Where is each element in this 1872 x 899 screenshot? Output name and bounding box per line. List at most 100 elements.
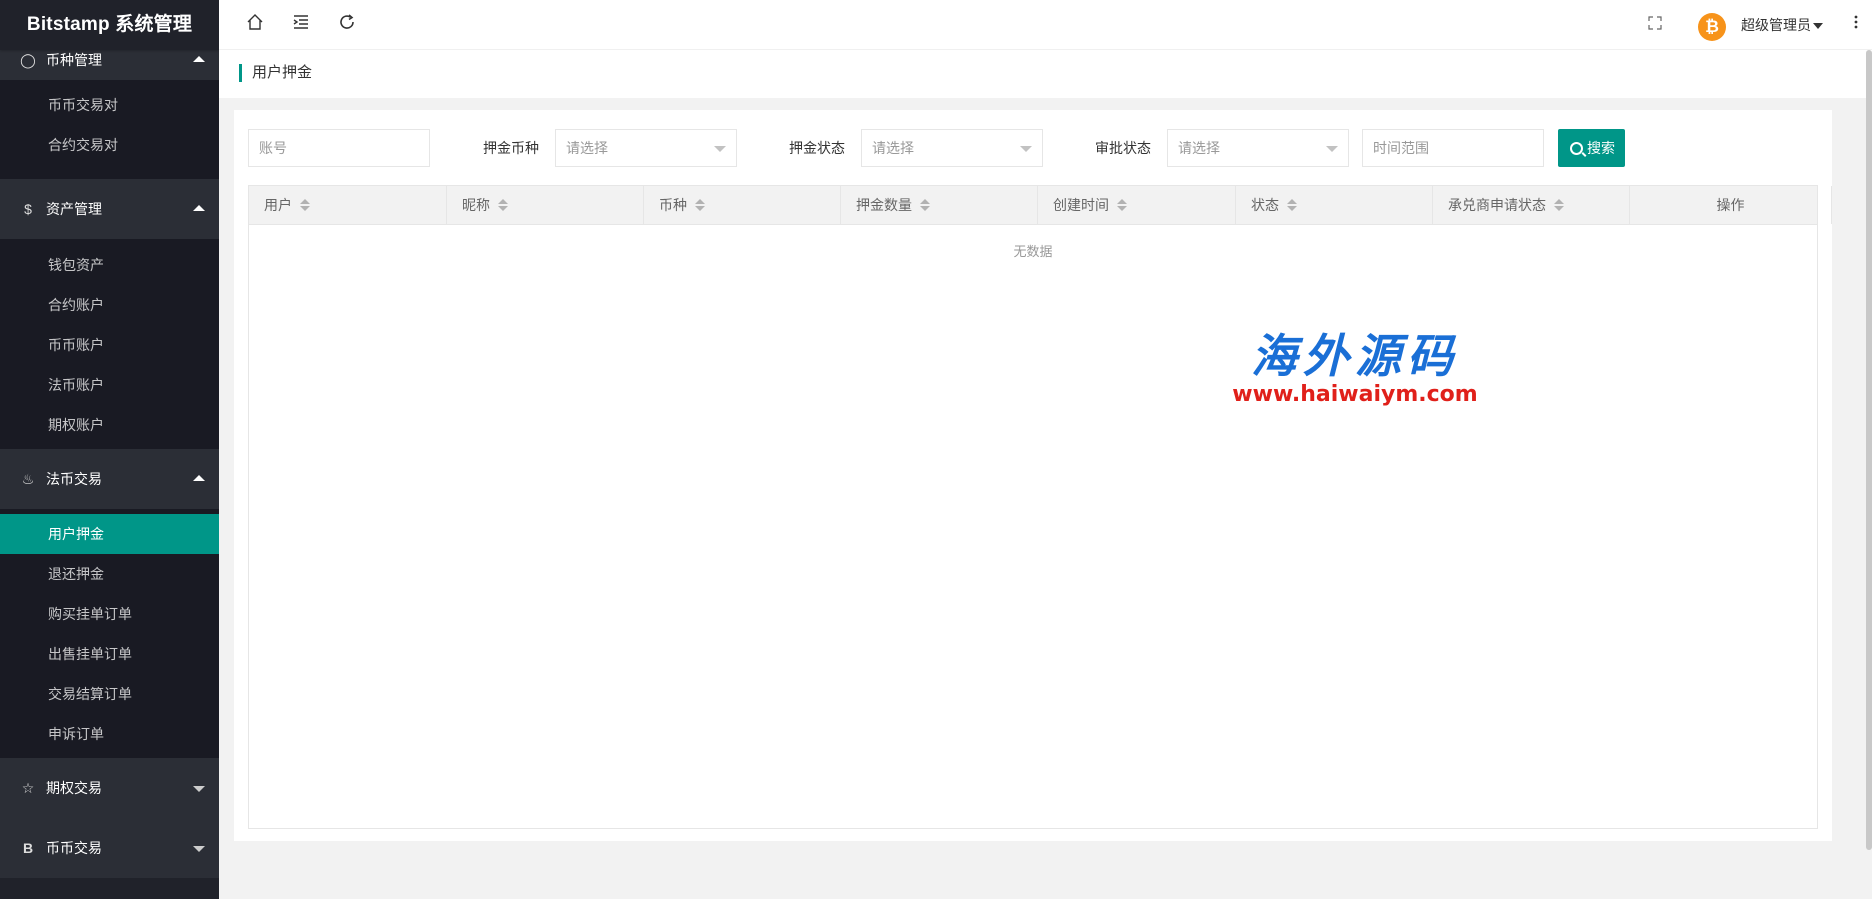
nav-group-options: ☆ 期权交易 — [0, 758, 219, 818]
column-header-label: 押金数量 — [856, 197, 912, 213]
column-header-user[interactable]: 用户 — [249, 186, 447, 224]
deposit-status-select[interactable]: 请选择 — [861, 129, 1043, 167]
menu-fold-icon[interactable] — [289, 13, 313, 37]
sidebar-item-user-deposit[interactable]: 用户押金 — [0, 514, 219, 554]
column-header-currency[interactable]: 币种 — [644, 186, 841, 224]
nav-group-label: 法币交易 — [46, 471, 102, 487]
column-header-acceptor-status[interactable]: 承兑商申请状态 — [1433, 186, 1630, 224]
sort-icon[interactable] — [1287, 199, 1297, 212]
sort-icon[interactable] — [1117, 199, 1127, 212]
b-letter-icon: B — [22, 840, 34, 856]
time-range-placeholder: 时间范围 — [1373, 140, 1429, 156]
currency-select-value: 请选择 — [566, 140, 608, 156]
user-name: 超级管理员 — [1741, 17, 1811, 33]
refresh-icon[interactable] — [335, 13, 359, 37]
column-header-actions: 操作 — [1630, 186, 1832, 224]
caret-up-icon — [193, 205, 205, 211]
sidebar-item-refund-deposit[interactable]: 退还押金 — [0, 554, 219, 594]
fire-icon: ♨ — [21, 471, 35, 487]
search-button[interactable]: 搜索 — [1558, 129, 1625, 167]
search-icon — [1570, 142, 1583, 155]
page-tabs-bar: 用户押金 — [219, 50, 1872, 98]
nav-group-header-options[interactable]: ☆ 期权交易 — [0, 758, 219, 818]
currency-select[interactable]: 请选择 — [555, 129, 737, 167]
deposit-status-select-value: 请选择 — [872, 140, 914, 156]
sidebar-item-contract-account[interactable]: 合约账户 — [0, 285, 219, 325]
nav-group-label: 资产管理 — [46, 201, 102, 217]
table-empty-text: 无数据 — [1013, 244, 1053, 259]
column-header-nickname[interactable]: 昵称 — [447, 186, 644, 224]
column-header-label: 状态 — [1251, 197, 1279, 213]
sort-icon[interactable] — [300, 199, 310, 212]
column-header-label: 创建时间 — [1053, 197, 1109, 213]
approval-status-select[interactable]: 请选择 — [1167, 129, 1349, 167]
sort-icon[interactable] — [1554, 199, 1564, 212]
caret-up-icon — [193, 475, 205, 481]
column-header-label: 币种 — [659, 197, 687, 213]
nav-group-label: 币种管理 — [46, 52, 102, 68]
time-range-input[interactable]: 时间范围 — [1362, 129, 1544, 167]
star-icon: ☆ — [21, 780, 35, 796]
table-header: 用户 昵称 币种 押金数量 创建时间 状态 承兑商申请状态 操作 — [249, 186, 1832, 225]
column-header-label: 承兑商申请状态 — [1448, 197, 1546, 213]
top-header: ₿ 超级管理员 — [219, 0, 1872, 50]
home-icon[interactable] — [243, 13, 267, 37]
sidebar-item-appeal-orders[interactable]: 申诉订单 — [0, 714, 219, 754]
caret-down-icon — [193, 786, 205, 792]
page-title[interactable]: 用户押金 — [239, 64, 312, 82]
account-input[interactable]: 账号 — [248, 129, 430, 167]
nav-group-label: 期权交易 — [46, 780, 102, 796]
deposit-status-label: 押金状态 — [789, 140, 845, 156]
more-icon[interactable] — [1844, 13, 1868, 37]
sidebar-item-fiat-account[interactable]: 法币账户 — [0, 365, 219, 405]
dollar-circle-icon: $ — [24, 201, 32, 217]
nav-group-fiat: ♨ 法币交易 用户押金 退还押金 购买挂单订单 出售挂单订单 交易结算订单 申诉订… — [0, 449, 219, 758]
sort-icon[interactable] — [695, 199, 705, 212]
nav-group-currency: ◯ 币种管理 币币交易对 合约交易对 — [0, 40, 219, 179]
column-header-label: 操作 — [1716, 197, 1745, 213]
nav-group-label: 币币交易 — [46, 840, 102, 856]
column-header-created-time[interactable]: 创建时间 — [1038, 186, 1236, 224]
watermark: 海外源码 www.haiwaiym.com — [1200, 330, 1510, 408]
sidebar-item-settlement-orders[interactable]: 交易结算订单 — [0, 674, 219, 714]
caret-up-icon — [193, 56, 205, 62]
vertical-scrollbar[interactable] — [1866, 50, 1872, 850]
app-logo[interactable]: Bitstamp 系统管理 — [0, 0, 219, 50]
column-header-amount[interactable]: 押金数量 — [841, 186, 1038, 224]
sidebar-item-spot-account[interactable]: 币币账户 — [0, 325, 219, 365]
chevron-down-icon — [714, 146, 726, 152]
column-header-label: 昵称 — [462, 197, 490, 213]
approval-status-select-value: 请选择 — [1178, 140, 1220, 156]
sidebar-item-options-account[interactable]: 期权账户 — [0, 405, 219, 445]
sidebar-item-spot-pairs[interactable]: 币币交易对 — [0, 85, 219, 125]
search-button-label: 搜索 — [1587, 140, 1615, 156]
fullscreen-icon[interactable] — [1643, 13, 1667, 37]
nav-group-header-assets[interactable]: $ 资产管理 — [0, 179, 219, 239]
deposit-table: 用户 昵称 币种 押金数量 创建时间 状态 承兑商申请状态 操作 无数据 — [248, 185, 1832, 829]
sort-icon[interactable] — [920, 199, 930, 212]
nav-items-currency: 币币交易对 合约交易对 — [0, 80, 219, 179]
sidebar-item-sell-orders[interactable]: 出售挂单订单 — [0, 634, 219, 674]
nav-group-header-spot[interactable]: B 币币交易 — [0, 818, 219, 878]
nav-group-header-fiat[interactable]: ♨ 法币交易 — [0, 449, 219, 509]
main-content: 账号 押金币种 请选择 押金状态 请选择 审批状态 请选择 时间范围 搜索 用户… — [219, 98, 1872, 899]
nav-group-spot: B 币币交易 — [0, 818, 219, 878]
column-header-status[interactable]: 状态 — [1236, 186, 1433, 224]
caret-down-icon — [193, 846, 205, 852]
sidebar-item-contract-pairs[interactable]: 合约交易对 — [0, 125, 219, 165]
column-header-label: 用户 — [264, 197, 292, 213]
user-avatar[interactable]: ₿ — [1698, 13, 1726, 41]
account-placeholder: 账号 — [259, 140, 287, 156]
sidebar: Bitstamp 系统管理 ◯ 币种管理 币币交易对 合约交易对 $ 资产管理 钱包… — [0, 0, 219, 899]
content-card: 账号 押金币种 请选择 押金状态 请选择 审批状态 请选择 时间范围 搜索 用户… — [234, 110, 1832, 841]
approval-status-label: 审批状态 — [1095, 140, 1151, 156]
nav-items-assets: 钱包资产 合约账户 币币账户 法币账户 期权账户 — [0, 239, 219, 449]
user-menu[interactable]: 超级管理员 — [1741, 0, 1823, 50]
chevron-down-icon — [1813, 23, 1823, 30]
sidebar-item-wallet-assets[interactable]: 钱包资产 — [0, 245, 219, 285]
sort-icon[interactable] — [498, 199, 508, 212]
watermark-cn: 海外源码 — [1251, 329, 1459, 383]
sidebar-item-buy-orders[interactable]: 购买挂单订单 — [0, 594, 219, 634]
nav-group-assets: $ 资产管理 钱包资产 合约账户 币币账户 法币账户 期权账户 — [0, 179, 219, 449]
nav-items-fiat: 用户押金 退还押金 购买挂单订单 出售挂单订单 交易结算订单 申诉订单 — [0, 509, 219, 758]
